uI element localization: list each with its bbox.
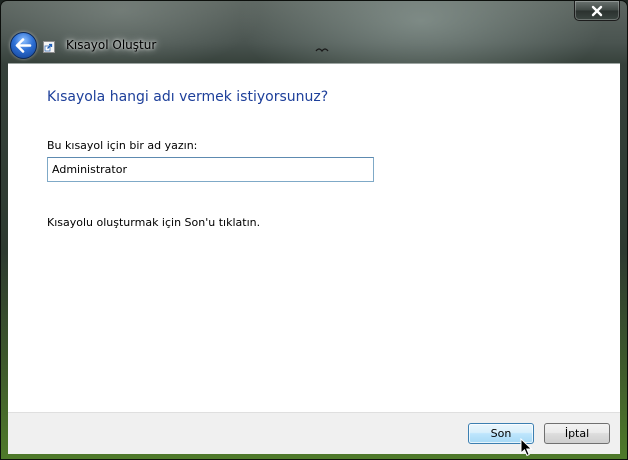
bird-icon xyxy=(315,48,329,53)
shortcut-name-label: Bu kısayol için bir ad yazın: xyxy=(47,139,198,152)
close-icon xyxy=(591,5,603,16)
back-button[interactable] xyxy=(10,32,37,59)
window-title: Kısayol Oluştur xyxy=(66,38,157,52)
mouse-pointer-icon xyxy=(520,438,533,457)
create-shortcut-window: Kısayol Oluştur Kısayola hangi adı verme… xyxy=(0,0,628,460)
cancel-button[interactable]: İptal xyxy=(544,423,610,444)
finish-hint: Kısayolu oluşturmak için Son'u tıklatın. xyxy=(47,216,261,229)
close-button[interactable] xyxy=(574,1,620,21)
shortcut-icon xyxy=(43,41,55,53)
back-arrow-icon xyxy=(15,38,32,53)
shortcut-name-input[interactable] xyxy=(47,157,374,182)
page-heading: Kısayola hangi adı vermek istiyorsunuz? xyxy=(47,89,329,105)
title-bar[interactable]: Kısayol Oluştur xyxy=(1,1,627,63)
wizard-content: Kısayola hangi adı vermek istiyorsunuz? … xyxy=(8,63,620,413)
